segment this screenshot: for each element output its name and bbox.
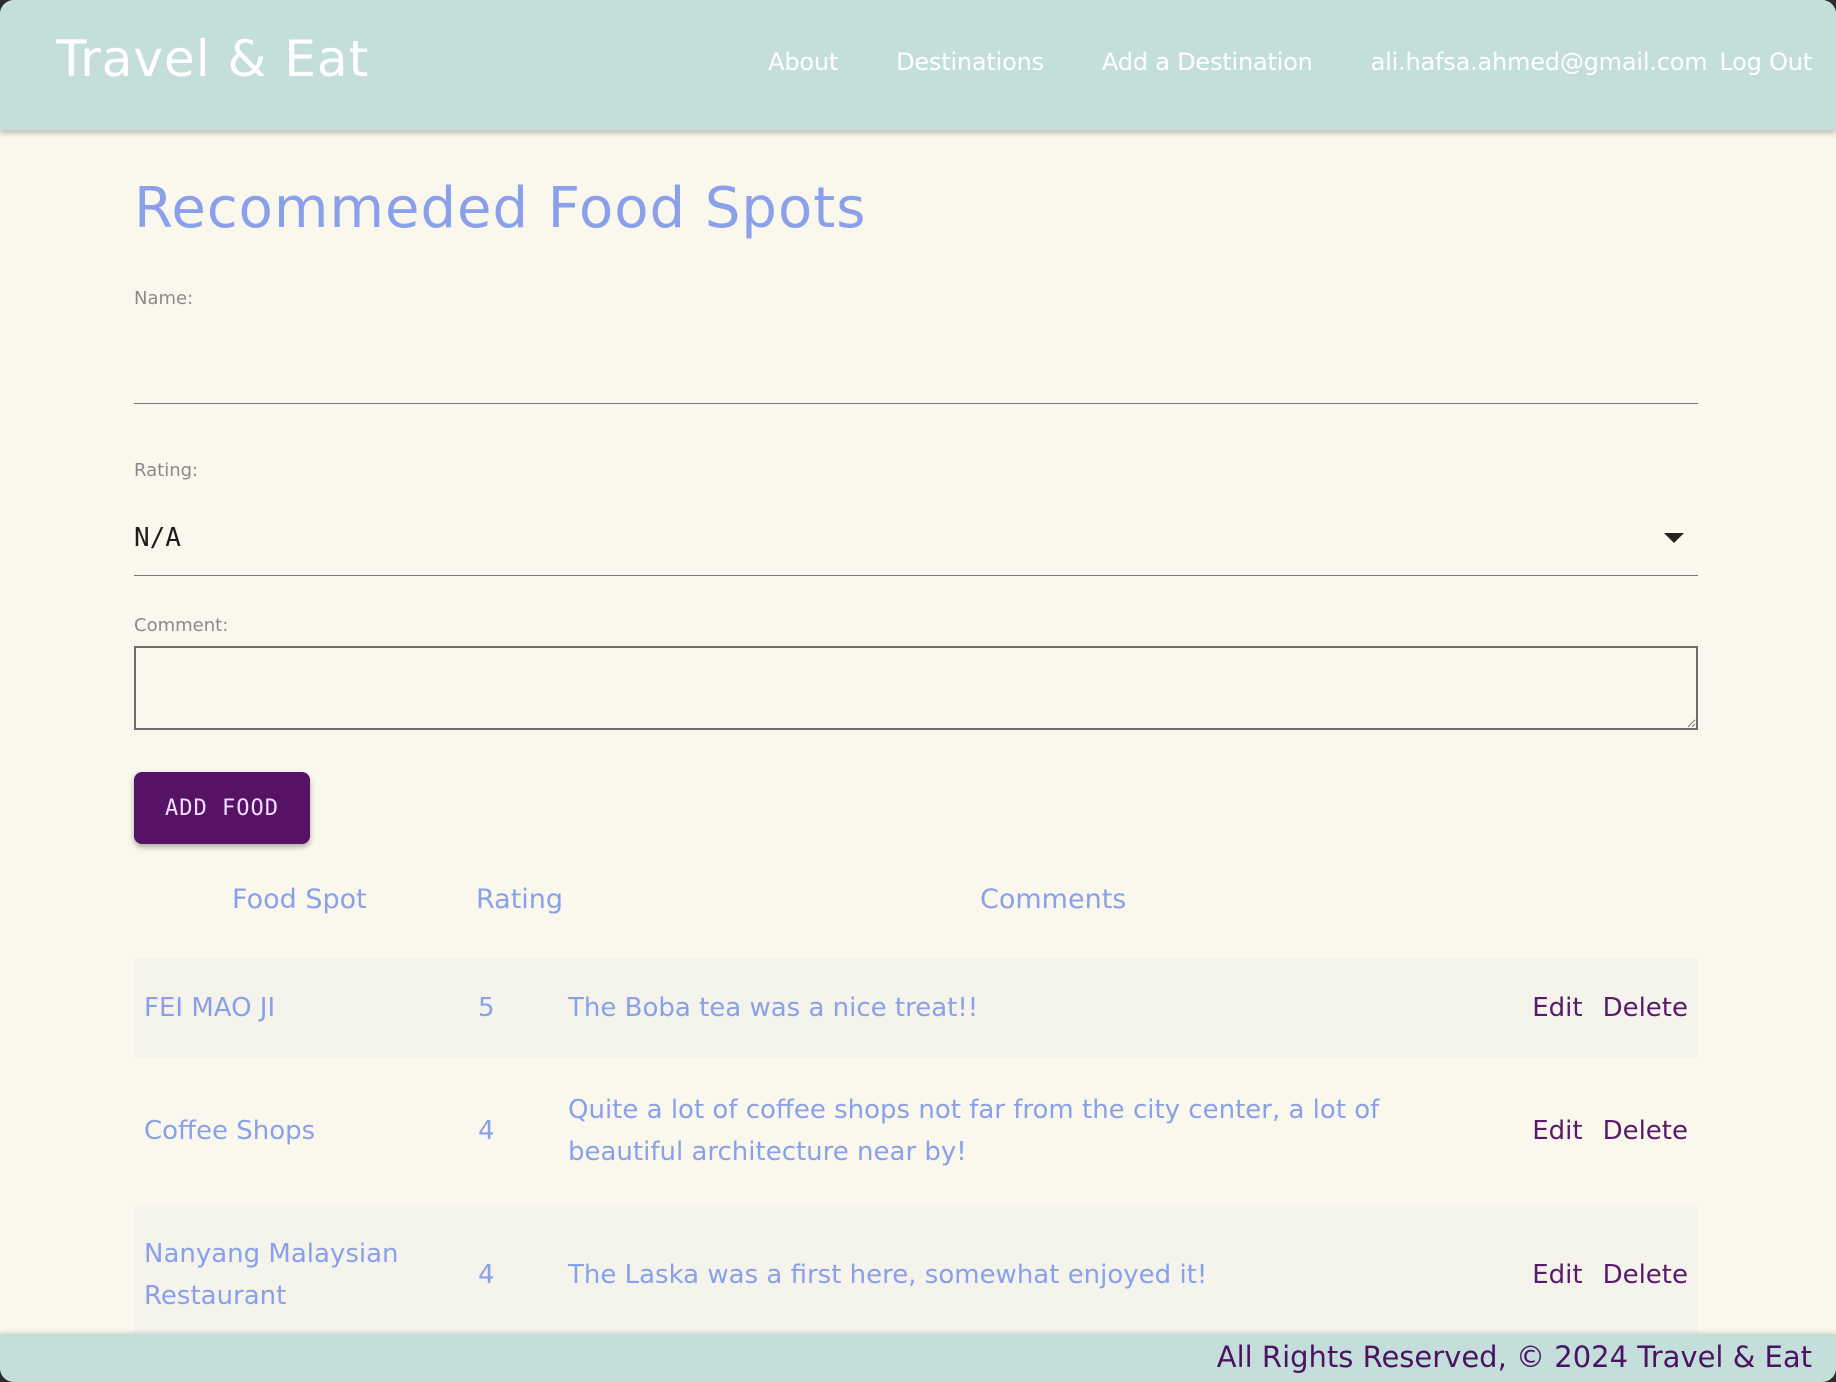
table-header: Food Spot Rating Comments <box>134 870 1698 958</box>
nav-logout-link[interactable]: Log Out <box>1719 48 1812 76</box>
delete-link[interactable]: Delete <box>1603 1260 1688 1290</box>
rating-selected-value: N/A <box>134 522 181 553</box>
brand-logo-link[interactable]: Travel & Eat <box>56 30 369 88</box>
nav-user-email[interactable]: ali.hafsa.ahmed@gmail.com <box>1371 48 1708 76</box>
page-title: Recommeded Food Spots <box>134 176 867 241</box>
row-actions: Edit Delete <box>1478 993 1698 1023</box>
nav-destinations-link[interactable]: Destinations <box>896 48 1044 76</box>
header-rating: Rating <box>476 884 564 915</box>
comment-textarea[interactable] <box>134 646 1698 730</box>
food-spot-comment: The Boba tea was a nice treat!! <box>568 993 979 1023</box>
rating-label: Rating: <box>134 460 199 481</box>
nav-user-group: ali.hafsa.ahmed@gmail.com Log Out <box>1371 48 1813 76</box>
main-content: Recommeded Food Spots Name: Rating: N/A … <box>134 130 1698 1346</box>
delete-link[interactable]: Delete <box>1603 993 1688 1023</box>
app-window: Travel & Eat About Destinations Add a De… <box>0 0 1836 1382</box>
food-spot-name: Coffee Shops <box>144 1116 316 1146</box>
food-spot-name: Nanyang Malaysian Restaurant <box>144 1239 399 1311</box>
chevron-down-icon <box>1664 532 1684 543</box>
table-row: Coffee Shops 4 Quite a lot of coffee sho… <box>134 1058 1698 1204</box>
header-comments: Comments <box>980 884 1127 915</box>
food-spot-rating: 4 <box>478 1116 495 1146</box>
edit-link[interactable]: Edit <box>1532 1260 1582 1290</box>
name-input[interactable] <box>134 320 1698 404</box>
add-food-button[interactable]: ADD FOOD <box>134 772 310 844</box>
row-actions: Edit Delete <box>1478 1116 1698 1146</box>
edit-link[interactable]: Edit <box>1532 1116 1582 1146</box>
food-spots-table: Food Spot Rating Comments FEI MAO JI 5 T… <box>134 870 1698 1346</box>
food-spot-comment: Quite a lot of coffee shops not far from… <box>568 1095 1380 1167</box>
food-spot-rating: 4 <box>478 1260 495 1290</box>
page-footer: All Rights Reserved, © 2024 Travel & Eat <box>0 1334 1836 1382</box>
food-spot-rating: 5 <box>478 993 495 1023</box>
nav-add-destination-link[interactable]: Add a Destination <box>1102 48 1313 76</box>
footer-copyright: All Rights Reserved, © 2024 Travel & Eat <box>1216 1340 1812 1374</box>
edit-link[interactable]: Edit <box>1532 993 1582 1023</box>
food-spot-name: FEI MAO JI <box>144 993 276 1023</box>
top-navbar: Travel & Eat About Destinations Add a De… <box>0 0 1836 130</box>
name-label: Name: <box>134 288 194 309</box>
nav-about-link[interactable]: About <box>768 48 838 76</box>
food-spot-comment: The Laska was a first here, somewhat enj… <box>568 1260 1208 1290</box>
table-row: FEI MAO JI 5 The Boba tea was a nice tre… <box>134 958 1698 1058</box>
row-actions: Edit Delete <box>1478 1260 1698 1290</box>
delete-link[interactable]: Delete <box>1603 1116 1688 1146</box>
table-row: Nanyang Malaysian Restaurant 4 The Laska… <box>134 1204 1698 1346</box>
rating-select[interactable]: N/A <box>134 500 1698 576</box>
comment-label: Comment: <box>134 615 229 636</box>
header-food-spot: Food Spot <box>232 884 367 915</box>
nav-links: About Destinations Add a Destination ali… <box>768 48 1812 76</box>
